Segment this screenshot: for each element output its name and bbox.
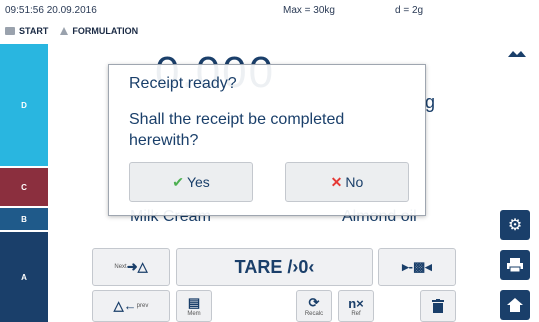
sidebar-segment-c[interactable]: C (0, 168, 48, 206)
yes-button[interactable]: ✔ Yes (129, 162, 253, 202)
breadcrumb-formulation[interactable]: FORMULATION (72, 26, 138, 36)
mem-button[interactable]: ▤ Mem (176, 290, 212, 322)
max-capacity: Max = 30kg (283, 5, 335, 16)
readability: d = 2g (395, 5, 424, 16)
dialog-message: Shall the receipt be completed herewith? (129, 111, 345, 149)
prev-label: prev (136, 303, 149, 309)
receipt-ready-dialog: Receipt ready? Shall the receipt be comp… (108, 64, 426, 216)
prev-button[interactable]: △← prev (92, 290, 170, 322)
sidebar-segment-a[interactable]: A (0, 232, 48, 322)
ref-icon: n× (348, 295, 364, 311)
print-icon (507, 258, 523, 272)
next-arrow-icon: ➜△ (126, 259, 148, 274)
tare-button[interactable]: TARE /›0‹ (176, 248, 373, 286)
mem-icon: ▤ (187, 295, 201, 310)
no-label: No (345, 174, 364, 190)
start-icon (5, 27, 15, 35)
home-icon (507, 298, 523, 312)
status-bar: 09:51:56 20.09.2016 Max = 30kg d = 2g (0, 0, 539, 22)
next-button[interactable]: Next ➜△ (92, 248, 170, 286)
prev-arrow-icon: △← (113, 298, 137, 313)
dialog-title: Receipt ready? (129, 75, 237, 92)
recalc-icon: ⟳ (308, 295, 320, 310)
breadcrumb: START FORMULATION (5, 22, 138, 40)
ref-button[interactable]: n× Ref (338, 290, 374, 322)
mem-label: Mem (187, 311, 201, 317)
yes-label: Yes (186, 174, 210, 190)
ref-label: Ref (351, 310, 361, 317)
target-arrows-button[interactable]: ▸-▩◂ (378, 248, 456, 286)
formulation-icon (60, 27, 69, 35)
print-button[interactable] (500, 250, 530, 280)
no-button[interactable]: ✕ No (285, 162, 409, 202)
collapse-icon[interactable] (508, 48, 526, 58)
gear-icon: ⚙ (507, 217, 523, 234)
weight-unit: g (425, 92, 436, 112)
home-button[interactable] (500, 290, 530, 320)
target-arrows-icon: ▸-▩◂ (402, 259, 432, 274)
component-sidebar: D C B A (0, 44, 48, 322)
sidebar-segment-d[interactable]: D (0, 44, 48, 166)
delete-button[interactable] (420, 290, 456, 322)
datetime: 09:51:56 20.09.2016 (5, 5, 97, 16)
trash-icon (432, 299, 444, 313)
recalc-label: Recalc (304, 311, 324, 317)
recalc-button[interactable]: ⟳ Recalc (296, 290, 332, 322)
settings-button[interactable]: ⚙ (500, 210, 530, 240)
breadcrumb-start[interactable]: START (19, 26, 48, 36)
cross-icon: ✕ (330, 173, 343, 190)
next-label: Next (114, 264, 127, 270)
check-icon: ✔ (172, 173, 184, 190)
sidebar-segment-b[interactable]: B (0, 208, 48, 230)
